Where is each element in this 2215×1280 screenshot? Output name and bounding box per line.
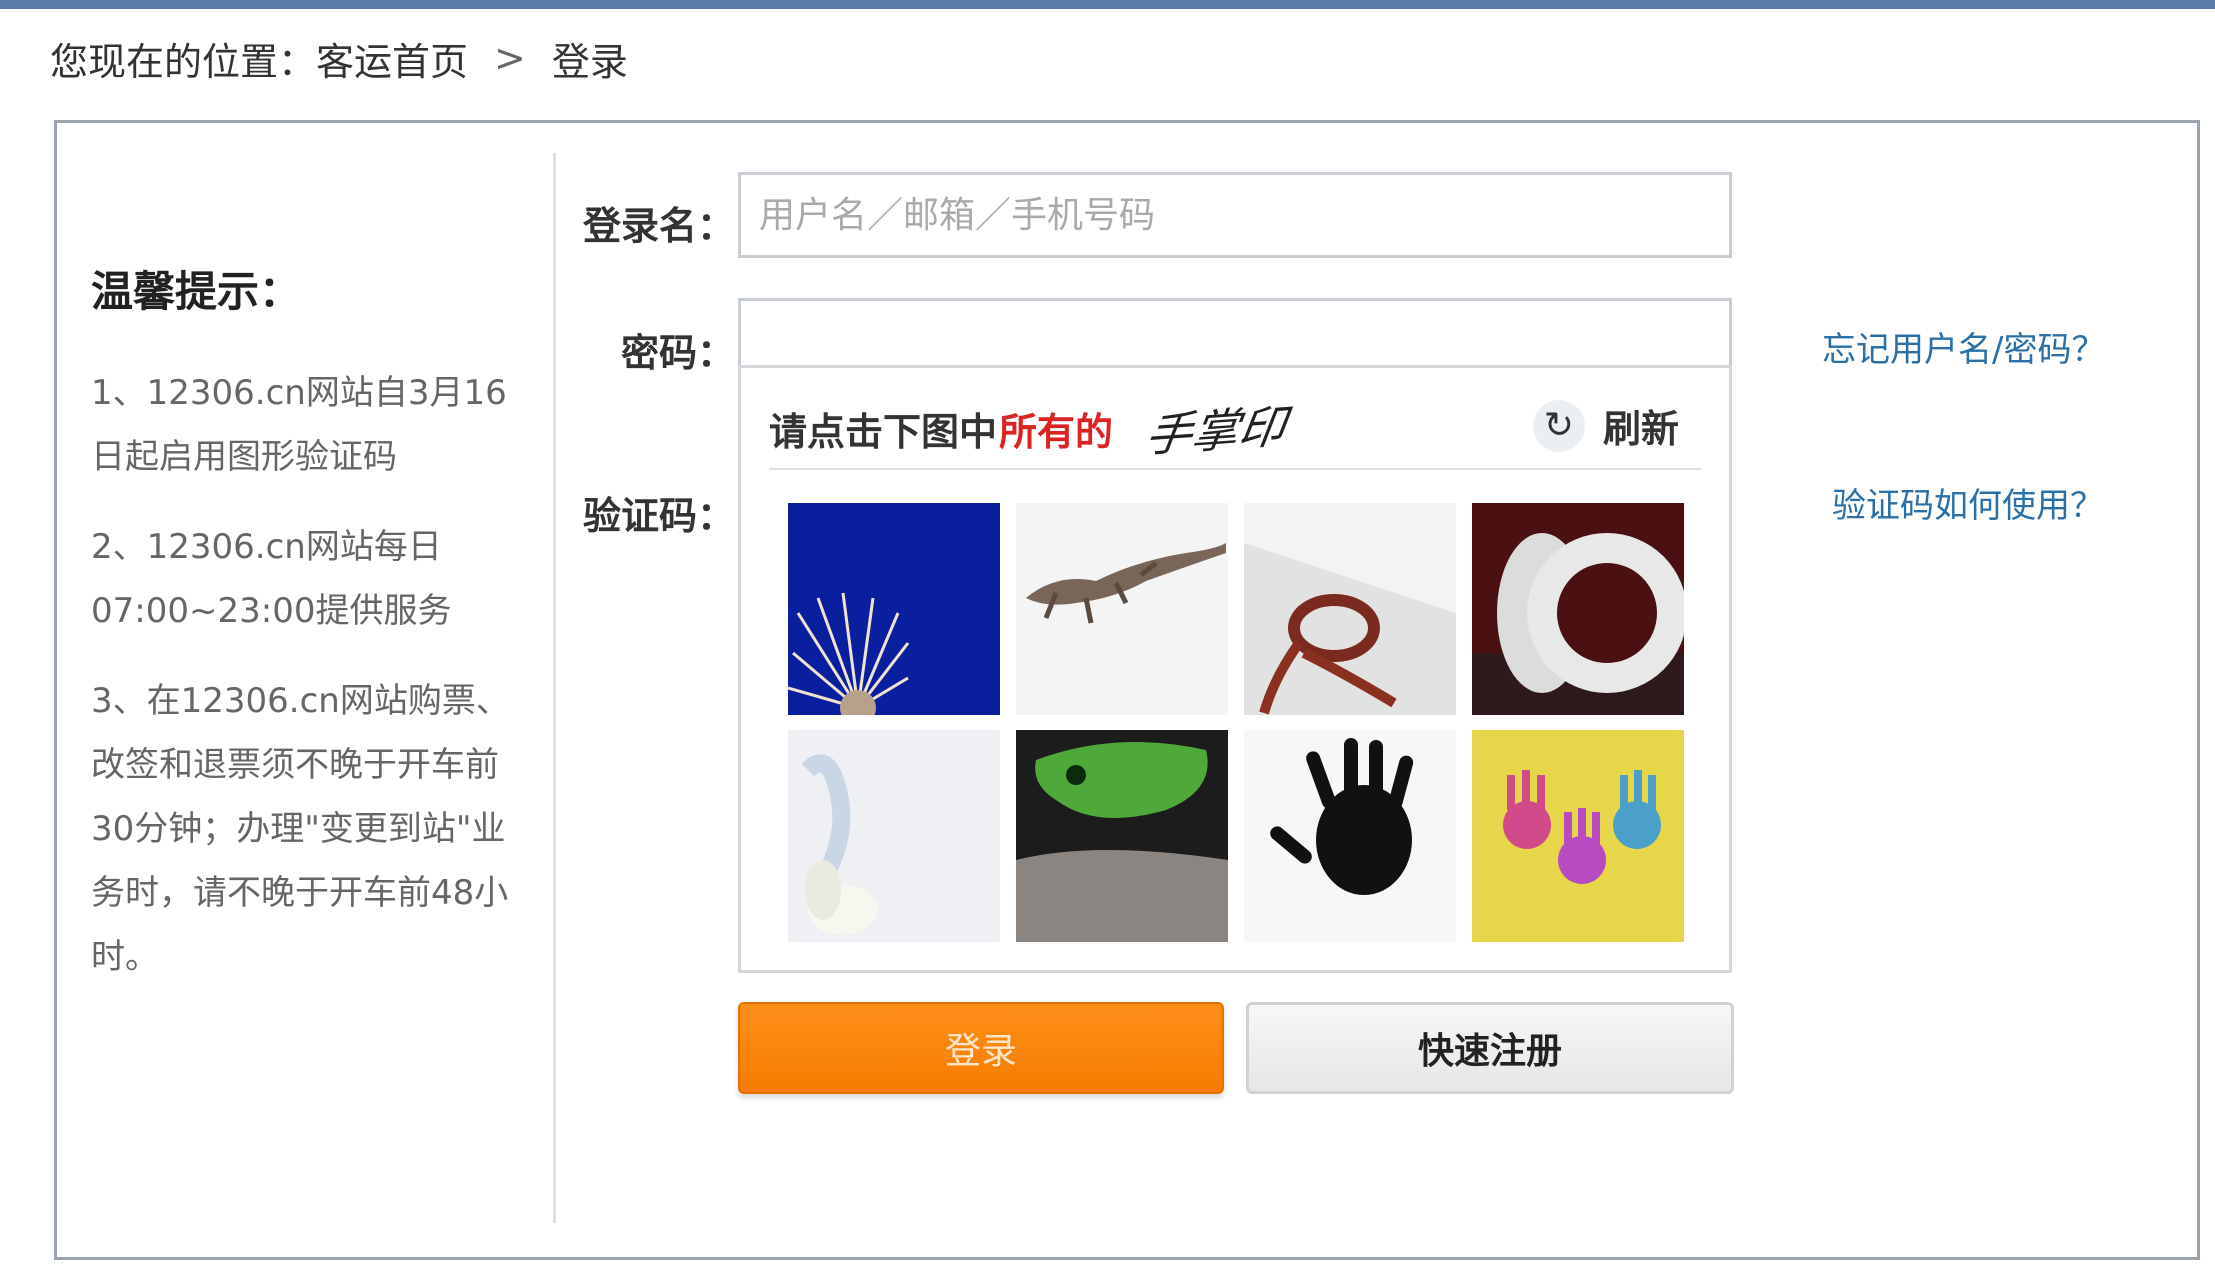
captcha-image-3[interactable]	[1244, 503, 1456, 715]
ribbon-icon	[1244, 503, 1456, 715]
lizard-icon	[1016, 503, 1228, 715]
refresh-label: 刷新	[1602, 407, 1679, 451]
captcha-help-link[interactable]: 验证码如何使用？	[1832, 478, 2104, 527]
captcha-image-1[interactable]	[788, 503, 1000, 715]
captcha-refresh-button[interactable]: ↻ 刷新	[1532, 398, 1679, 453]
dandelion-seed-icon	[788, 503, 1000, 715]
quick-register-button[interactable]: 快速注册	[1246, 1002, 1734, 1094]
captcha-image-5[interactable]	[788, 730, 1000, 942]
tip-item: 3、在12306.cn网站购票、改签和退票须不晚于开车前30分钟；办理"变更到站…	[91, 681, 510, 977]
white-flower-icon	[788, 730, 1000, 942]
password-label: 密码：	[620, 331, 735, 375]
captcha-header: 请点击下图中 所有的 手掌印 ↻ 刷新	[769, 388, 1701, 470]
breadcrumb-separator: >	[494, 36, 526, 80]
panel-divider	[553, 153, 556, 1223]
captcha-label: 验证码：	[582, 494, 735, 538]
captcha-image-4[interactable]	[1472, 503, 1684, 715]
username-label: 登录名：	[582, 204, 735, 248]
captcha-prompt: 请点击下图中	[769, 409, 998, 454]
captcha-box: 请点击下图中 所有的 手掌印 ↻ 刷新	[738, 365, 1732, 973]
captcha-image-6[interactable]	[1016, 730, 1228, 942]
green-frog-icon	[1016, 730, 1228, 942]
forgot-password-link[interactable]: 忘记用户名/密码？	[1822, 322, 2105, 371]
captcha-highlight: 所有的	[999, 409, 1114, 454]
breadcrumb-current: 登录	[551, 39, 628, 84]
captcha-target-text: 手掌印	[1141, 399, 1290, 463]
captcha-image-7[interactable]	[1244, 730, 1456, 942]
colorful-handprints-icon	[1472, 730, 1684, 942]
refresh-icon: ↻	[1532, 399, 1585, 452]
tips-title: 温馨提示：	[91, 267, 302, 316]
tips-panel: 温馨提示： 1、12306.cn网站自3月16日起启用图形验证码 2、12306…	[91, 258, 531, 1015]
tip-item: 1、12306.cn网站自3月16日起启用图形验证码	[91, 373, 507, 477]
breadcrumb: 您现在的位置： 客运首页 > 登录	[50, 30, 628, 86]
breadcrumb-prefix: 您现在的位置：	[50, 39, 317, 84]
login-button[interactable]: 登录	[738, 1002, 1224, 1094]
tip-item: 2、12306.cn网站每日07:00~23:00提供服务	[91, 527, 452, 631]
username-input[interactable]	[738, 172, 1732, 258]
top-bar	[0, 0, 2215, 9]
captcha-image-2[interactable]	[1016, 503, 1228, 715]
black-handprint-icon	[1244, 730, 1456, 942]
captcha-image-8[interactable]	[1472, 730, 1684, 942]
tape-roll-icon	[1472, 503, 1684, 715]
breadcrumb-home-link[interactable]: 客运首页	[316, 31, 468, 86]
